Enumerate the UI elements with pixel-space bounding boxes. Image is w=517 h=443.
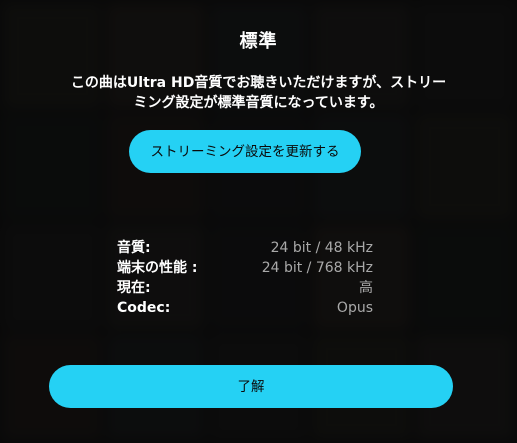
ok-button[interactable]: 了解	[49, 365, 453, 408]
quality-info-value: 24 bit / 768 kHz	[261, 260, 373, 276]
dialog-message-line: この曲はUltra HD音質でお聴きいただけますが、ストリー	[70, 75, 447, 91]
quality-info-row: 音質: 24 bit / 48 kHz	[117, 238, 373, 258]
quality-info-label: Codec:	[117, 300, 171, 316]
quality-info-value: 高	[359, 280, 373, 296]
quality-info-label: 端末の性能 :	[117, 260, 198, 276]
quality-info-label: 現在:	[117, 280, 151, 296]
quality-info-row: 端末の性能 : 24 bit / 768 kHz	[117, 258, 373, 278]
streaming-quality-dialog: 標準 この曲はUltra HD音質でお聴きいただけますが、ストリー ミング設定が…	[0, 0, 517, 443]
quality-info-value: Opus	[336, 300, 373, 316]
quality-info-list: 音質: 24 bit / 48 kHz 端末の性能 : 24 bit / 768…	[117, 238, 373, 318]
quality-info-row: 現在: 高	[117, 278, 373, 298]
quality-info-label: 音質:	[117, 240, 151, 256]
update-streaming-settings-button[interactable]: ストリーミング設定を更新する	[129, 130, 361, 173]
dialog-title: 標準	[239, 31, 278, 52]
dialog-message: この曲はUltra HD音質でお聴きいただけますが、ストリー ミング設定が標準音…	[30, 73, 487, 113]
quality-info-row: Codec: Opus	[117, 298, 373, 318]
quality-info-value: 24 bit / 48 kHz	[270, 240, 373, 256]
dialog-message-line: ミング設定が標準音質になっています。	[133, 95, 384, 111]
